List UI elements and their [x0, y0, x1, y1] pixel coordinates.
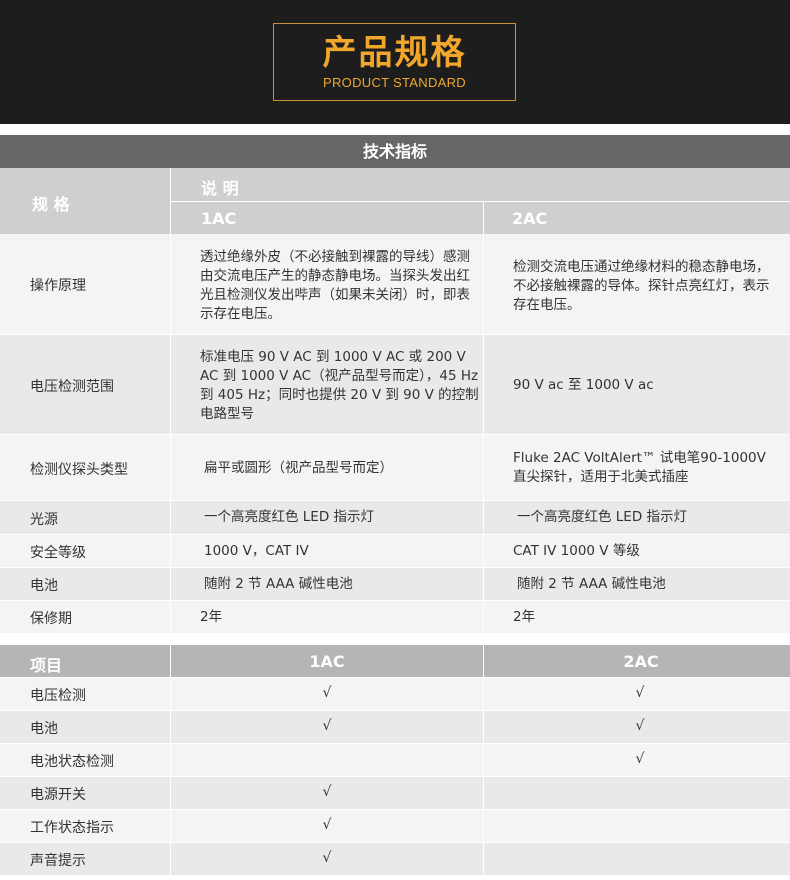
- spec-header-spec-label: 规 格: [32, 195, 70, 214]
- spec-row-label: 光源: [30, 512, 58, 528]
- spec-header-2ac: 2AC: [484, 202, 790, 234]
- check-mark-2ac: √: [635, 685, 645, 701]
- feature-row-power-switch: 电源开关 √: [0, 777, 790, 809]
- spec-row-1ac-value: 随附 2 节 AAA 碱性电池: [204, 576, 353, 592]
- spec-row-label: 操作原理: [30, 278, 86, 294]
- spec-row-voltage-range: 电压检测范围 标准电压 90 V AC 到 1000 V AC 或 200 V …: [0, 335, 790, 434]
- feature-header-2ac: 2AC: [484, 645, 790, 677]
- spec-row-1ac-value: 透过绝缘外皮（不必接触到裸露的导线）感测由交流电压产生的静态静电场。当探头发出红…: [200, 249, 470, 322]
- spec-column-divider: [483, 234, 484, 633]
- spec-table-title: 技术指标: [0, 135, 790, 168]
- check-mark-1ac: √: [322, 718, 332, 734]
- spec-row-light-source: 光源 一个高亮度红色 LED 指示灯 一个高亮度红色 LED 指示灯: [0, 501, 790, 534]
- spec-header-desc-label: 说 明: [201, 179, 239, 198]
- spec-row-2ac-value: CAT IV 1000 V 等级: [513, 543, 640, 559]
- feature-row-label: 电源开关: [30, 787, 86, 803]
- spec-header-1ac: 1AC: [171, 202, 483, 234]
- spec-row-1ac-value: 1000 V，CAT IV: [204, 543, 309, 559]
- spec-row-label: 电压检测范围: [30, 379, 114, 395]
- spec-row-2ac-value: 一个高亮度红色 LED 指示灯: [517, 509, 688, 525]
- spec-row-warranty: 保修期 2年 2年: [0, 601, 790, 633]
- spec-header-spec: 规 格: [0, 168, 170, 234]
- feature-header-2ac-label: 2AC: [623, 652, 659, 671]
- spec-row-2ac-value: 检测交流电压通过绝缘材料的稳态静电场，不必接触裸露的导体。探针点亮红灯，表示存在…: [513, 259, 770, 313]
- spec-row-label: 检测仪探头类型: [30, 462, 128, 478]
- spec-header-1ac-label: 1AC: [201, 209, 237, 228]
- feature-row-status-indicator: 工作状态指示 √: [0, 810, 790, 842]
- check-mark-1ac: √: [322, 784, 332, 800]
- feature-row-battery-status: 电池状态检测 √: [0, 744, 790, 776]
- spec-row-1ac-value: 标准电压 90 V AC 到 1000 V AC 或 200 V AC 到 10…: [200, 349, 479, 422]
- spec-row-2ac-value: 2年: [513, 609, 536, 625]
- spec-row-label: 安全等级: [30, 545, 86, 561]
- spec-row-battery: 电池 随附 2 节 AAA 碱性电池 随附 2 节 AAA 碱性电池: [0, 568, 790, 600]
- header-banner: 产品规格 PRODUCT STANDARD: [0, 0, 790, 124]
- feature-row-label: 电池: [30, 721, 58, 737]
- spec-column-divider: [170, 234, 171, 633]
- spec-row-2ac-value: 90 V ac 至 1000 V ac: [513, 377, 654, 393]
- feature-header-item-label: 项目: [30, 656, 63, 675]
- spec-header-desc: 说 明: [171, 168, 790, 201]
- page-title: 产品规格: [322, 33, 467, 73]
- page-subtitle: PRODUCT STANDARD: [323, 75, 466, 90]
- spec-row-probe-type: 检测仪探头类型 扁平或圆形（视产品型号而定） Fluke 2AC VoltAle…: [0, 435, 790, 500]
- spec-row-1ac-value: 2年: [200, 609, 223, 625]
- feature-column-divider: [170, 678, 171, 875]
- spec-row-label: 保修期: [30, 611, 72, 627]
- spec-row-2ac-value: 随附 2 节 AAA 碱性电池: [517, 576, 666, 592]
- check-mark-2ac: √: [635, 718, 645, 734]
- feature-row-sound-alert: 声音提示 √: [0, 843, 790, 875]
- feature-row-voltage-detect: 电压检测 √ √: [0, 678, 790, 710]
- feature-row-battery: 电池 √ √: [0, 711, 790, 743]
- title-box: 产品规格 PRODUCT STANDARD: [273, 23, 516, 101]
- feature-row-label: 声音提示: [30, 853, 86, 869]
- feature-row-label: 电池状态检测: [30, 754, 114, 770]
- check-mark-1ac: √: [322, 685, 332, 701]
- check-mark-1ac: √: [322, 817, 332, 833]
- spec-row-1ac-value: 一个高亮度红色 LED 指示灯: [204, 509, 375, 525]
- check-mark-2ac: √: [635, 751, 645, 767]
- feature-header-item: 项目: [0, 645, 170, 677]
- feature-header-1ac-label: 1AC: [309, 652, 345, 671]
- feature-row-label: 电压检测: [30, 688, 86, 704]
- feature-header-1ac: 1AC: [171, 645, 483, 677]
- spec-row-principle: 操作原理 透过绝缘外皮（不必接触到裸露的导线）感测由交流电压产生的静态静电场。当…: [0, 234, 790, 334]
- spec-row-2ac-value: Fluke 2AC VoltAlert™ 试电笔90-1000V 直尖探针，适用…: [513, 450, 766, 485]
- spec-row-safety-rating: 安全等级 1000 V，CAT IV CAT IV 1000 V 等级: [0, 535, 790, 567]
- check-mark-1ac: √: [322, 850, 332, 866]
- feature-column-divider: [483, 678, 484, 875]
- spec-row-1ac-value: 扁平或圆形（视产品型号而定）: [204, 460, 393, 476]
- spec-row-label: 电池: [30, 578, 58, 594]
- feature-row-label: 工作状态指示: [30, 820, 114, 836]
- spec-header-2ac-label: 2AC: [512, 209, 548, 228]
